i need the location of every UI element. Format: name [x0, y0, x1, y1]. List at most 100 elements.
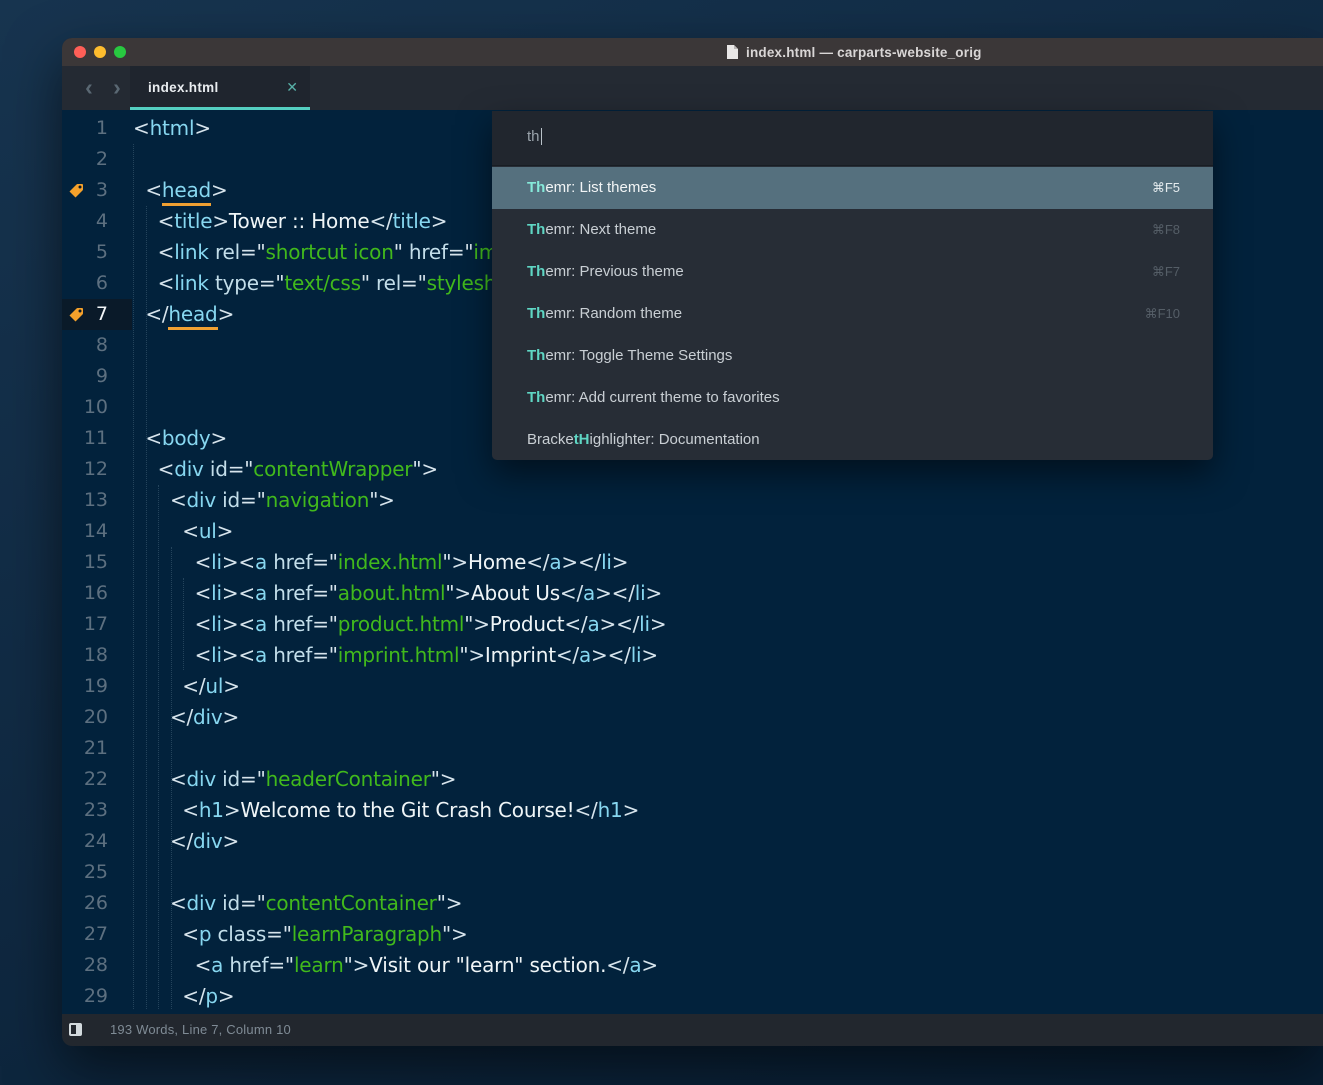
line-number[interactable]: 11 [62, 423, 132, 454]
match-highlight: Th [527, 263, 545, 280]
line-number[interactable]: 9 [62, 361, 132, 392]
line-number[interactable]: 3 [62, 175, 132, 206]
code-line[interactable]: <li><a href="product.html">Product</a></… [133, 609, 1323, 640]
line-number[interactable]: 22 [62, 764, 132, 795]
command-palette-item[interactable]: BracketHighlighter: Documentation [492, 419, 1213, 461]
code-token: navigation [266, 488, 370, 512]
code-token: about.html [338, 581, 446, 605]
code-line[interactable]: <h1>Welcome to the Git Crash Course!</h1… [133, 795, 1323, 826]
code-token: < [133, 953, 211, 977]
line-number[interactable]: 2 [62, 144, 132, 175]
code-token: < [133, 612, 211, 636]
code-line[interactable]: </p> [133, 981, 1323, 1012]
line-number[interactable]: 1 [62, 113, 132, 144]
line-number[interactable]: 25 [62, 857, 132, 888]
code-line[interactable]: </ul> [133, 671, 1323, 702]
code-token: >< [222, 550, 255, 574]
status-text: 193 Words, Line 7, Column 10 [110, 1022, 291, 1037]
code-token: contentWrapper [253, 457, 412, 481]
command-palette-item[interactable]: Themr: Add current theme to favorites [492, 377, 1213, 419]
command-shortcut: ⌘F8 [1152, 209, 1180, 251]
command-shortcut: ⌘F5 [1152, 167, 1180, 209]
code-token: =" [240, 767, 266, 791]
title-bar[interactable]: index.html — carparts-website_orig [62, 38, 1323, 66]
code-token: < [133, 178, 162, 202]
back-arrow-icon[interactable]: ‹ [78, 74, 100, 102]
code-token: </ [574, 798, 597, 822]
command-palette-item[interactable]: Themr: Toggle Theme Settings [492, 335, 1213, 377]
line-number[interactable]: 24 [62, 826, 132, 857]
forward-arrow-icon[interactable]: › [106, 74, 128, 102]
panel-switcher-icon[interactable] [69, 1023, 82, 1036]
code-token: < [133, 581, 211, 605]
line-number[interactable]: 12 [62, 454, 132, 485]
code-line[interactable]: <a href="learn">Visit our "learn" sectio… [133, 950, 1323, 981]
line-number[interactable]: 8 [62, 330, 132, 361]
line-number[interactable]: 6 [62, 268, 132, 299]
code-token: body [162, 426, 211, 450]
line-number[interactable]: 27 [62, 919, 132, 950]
code-token: < [133, 519, 199, 543]
line-number[interactable]: 29 [62, 981, 132, 1012]
line-number[interactable]: 21 [62, 733, 132, 764]
code-token: ></ [591, 643, 631, 667]
code-token: link [174, 271, 209, 295]
code-line[interactable]: <p class="learnParagraph"> [133, 919, 1323, 950]
line-number[interactable]: 28 [62, 950, 132, 981]
code-token: div [187, 488, 217, 512]
code-token: title [174, 209, 212, 233]
line-number[interactable]: 26 [62, 888, 132, 919]
close-window-button[interactable] [74, 46, 86, 58]
line-number[interactable]: 14 [62, 516, 132, 547]
command-palette-item[interactable]: Themr: List themes⌘F5 [492, 167, 1213, 209]
code-line[interactable]: <li><a href="about.html">About Us</a></l… [133, 578, 1323, 609]
command-palette-item[interactable]: Themr: Random theme⌘F10 [492, 293, 1213, 335]
line-number[interactable]: 18 [62, 640, 132, 671]
code-line[interactable]: <li><a href="imprint.html">Imprint</a></… [133, 640, 1323, 671]
code-line[interactable]: <div id="contentContainer"> [133, 888, 1323, 919]
match-highlight: Th [527, 305, 545, 322]
command-palette-item[interactable]: Themr: Previous theme⌘F7 [492, 251, 1213, 293]
line-number[interactable]: 5 [62, 237, 132, 268]
code-token: > [224, 798, 241, 822]
code-line[interactable]: </div> [133, 826, 1323, 857]
zoom-window-button[interactable] [114, 46, 126, 58]
line-number[interactable]: 23 [62, 795, 132, 826]
line-number[interactable]: 16 [62, 578, 132, 609]
code-token: shortcut icon [266, 240, 394, 264]
gutter: 1234567891011121314151617181920212223242… [62, 113, 132, 1012]
command-palette-input[interactable]: th [492, 111, 1213, 166]
code-token: > [431, 209, 448, 233]
code-line[interactable]: <li><a href="index.html">Home</a></li> [133, 547, 1323, 578]
code-token: div [187, 767, 217, 791]
code-token: li [631, 643, 642, 667]
line-number[interactable]: 4 [62, 206, 132, 237]
line-number[interactable]: 13 [62, 485, 132, 516]
code-line[interactable]: </div> [133, 702, 1323, 733]
code-token: learn [294, 953, 344, 977]
minimize-window-button[interactable] [94, 46, 106, 58]
line-number[interactable]: 10 [62, 392, 132, 423]
match-highlight: Th [527, 221, 545, 238]
code-token: </ [133, 705, 193, 729]
code-line[interactable]: <ul> [133, 516, 1323, 547]
command-palette: th Themr: List themes⌘F5Themr: Next them… [492, 111, 1213, 460]
line-number[interactable]: 20 [62, 702, 132, 733]
line-number[interactable]: 7 [62, 299, 132, 330]
traffic-lights [74, 46, 126, 58]
command-label: Themr: Next theme [527, 209, 656, 251]
tab-close-icon[interactable]: ✕ [286, 79, 298, 96]
line-number[interactable]: 19 [62, 671, 132, 702]
code-line[interactable]: <div id="headerContainer"> [133, 764, 1323, 795]
code-line[interactable] [133, 733, 1323, 764]
code-line[interactable] [133, 857, 1323, 888]
code-token: href [223, 953, 268, 977]
line-number[interactable]: 15 [62, 547, 132, 578]
code-token: About Us [471, 581, 560, 605]
code-line[interactable]: <div id="navigation"> [133, 485, 1323, 516]
code-token: " [394, 240, 403, 264]
tab-index-html[interactable]: index.html ✕ [130, 66, 310, 110]
line-number[interactable]: 17 [62, 609, 132, 640]
command-palette-item[interactable]: Themr: Next theme ⌘F8 [492, 209, 1213, 251]
code-token: href [267, 612, 312, 636]
